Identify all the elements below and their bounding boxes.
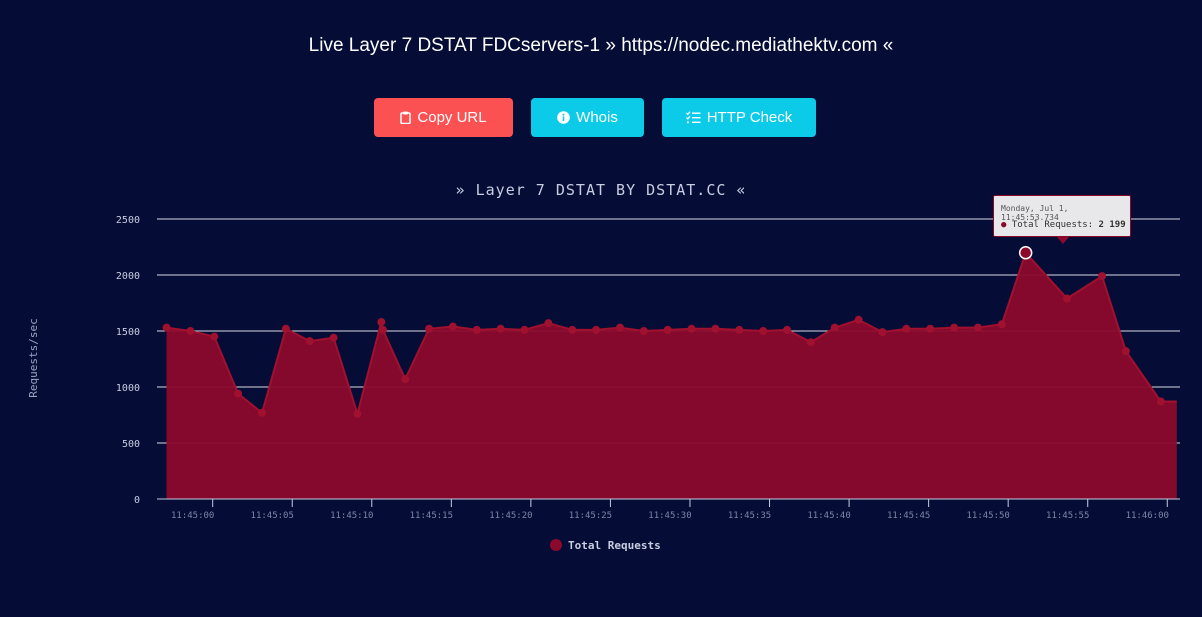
data-point[interactable]	[258, 408, 267, 417]
data-point[interactable]	[329, 333, 338, 342]
y-tick-label: 2500	[116, 215, 140, 226]
y-tick-label: 1500	[116, 327, 140, 338]
data-point[interactable]	[520, 325, 529, 334]
data-point[interactable]	[592, 325, 601, 334]
y-tick-label: 0	[134, 495, 140, 506]
data-point[interactable]	[186, 327, 195, 335]
data-point[interactable]	[162, 323, 171, 332]
y-tick-label: 1000	[116, 383, 140, 394]
data-point[interactable]	[305, 337, 314, 346]
x-tick-label: 11:45:40	[807, 511, 850, 521]
data-point[interactable]	[377, 318, 386, 327]
data-point[interactable]	[687, 324, 696, 333]
data-point[interactable]	[353, 409, 362, 418]
data-point[interactable]	[783, 325, 792, 334]
data-point[interactable]	[544, 319, 553, 328]
data-point[interactable]	[973, 323, 982, 332]
data-point[interactable]	[615, 323, 624, 332]
x-tick-label: 11:45:15	[410, 511, 453, 521]
tooltip-value: 2 199	[1098, 220, 1126, 230]
y-axis-label: Requests/sec	[27, 318, 40, 397]
data-point[interactable]	[496, 324, 505, 333]
tooltip-series-name: Total Requests	[1011, 220, 1088, 230]
data-point[interactable]	[1098, 272, 1107, 281]
x-tick-label: 11:45:50	[966, 511, 1009, 521]
data-point[interactable]	[378, 325, 387, 334]
data-point[interactable]	[806, 338, 815, 347]
requests-area-chart[interactable]: 0 500 1000 1500 2000 2500 11:45:00 11:45:05 11:4…	[0, 0, 1202, 617]
x-tick-label: 11:45:55	[1046, 511, 1089, 521]
data-point[interactable]	[568, 325, 577, 334]
legend-item-total-requests[interactable]: Total Requests	[550, 538, 661, 552]
data-point[interactable]	[1063, 294, 1072, 303]
legend-marker	[550, 539, 562, 551]
data-point[interactable]	[902, 324, 911, 333]
x-tick-label: 11:45:05	[251, 511, 294, 521]
data-point[interactable]	[425, 324, 434, 333]
y-tick-label: 500	[122, 439, 140, 450]
tooltip-series-dot: ●	[1001, 220, 1007, 230]
x-tick-label: 11:45:25	[569, 511, 612, 521]
data-point[interactable]	[234, 389, 243, 398]
data-point[interactable]	[639, 327, 648, 335]
tooltip-row: ● Total Requests: 2 199	[1001, 220, 1126, 230]
data-point[interactable]	[950, 323, 959, 332]
data-point[interactable]	[210, 332, 219, 341]
series-area-fill	[166, 252, 1177, 499]
x-tick-label: 11:46:00	[1126, 511, 1169, 521]
data-point[interactable]	[448, 322, 457, 331]
series-area	[166, 250, 1177, 499]
x-tick-label: 11:45:45	[887, 511, 930, 521]
x-tick-label: 11:45:20	[489, 511, 532, 521]
data-point[interactable]	[878, 328, 887, 337]
data-point[interactable]	[1156, 397, 1165, 406]
data-point[interactable]	[472, 325, 481, 334]
data-point[interactable]	[997, 320, 1006, 329]
tooltip-arrow	[1057, 237, 1069, 244]
x-tick-label: 11:45:10	[330, 511, 373, 521]
highlighted-data-point[interactable]	[1018, 245, 1033, 260]
data-point[interactable]	[281, 324, 290, 333]
x-tick-label: 11:45:00	[171, 511, 214, 521]
data-point[interactable]	[735, 325, 744, 334]
x-tick-label: 11:45:30	[648, 511, 691, 521]
x-tick-label: 11:45:35	[728, 511, 771, 521]
data-point[interactable]	[1121, 347, 1130, 356]
data-point[interactable]	[401, 375, 410, 384]
data-point[interactable]	[854, 315, 863, 324]
y-tick-label: 2000	[116, 271, 140, 282]
data-point[interactable]	[926, 324, 935, 333]
data-point[interactable]	[830, 323, 839, 332]
data-point[interactable]	[759, 327, 768, 335]
data-point[interactable]	[663, 325, 672, 334]
legend-label: Total Requests	[568, 538, 661, 552]
chart-tooltip: Monday, Jul 1, 11:45:53.734 ● Total Requ…	[993, 195, 1131, 244]
data-point[interactable]	[711, 324, 720, 333]
